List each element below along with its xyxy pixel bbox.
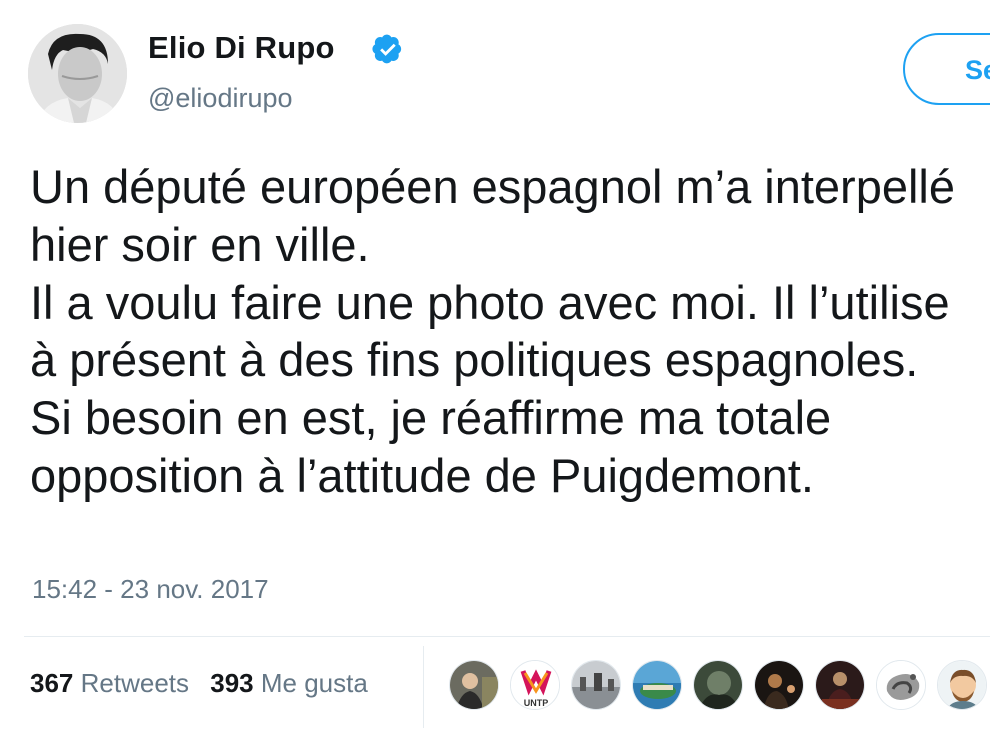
follow-button[interactable]: Se <box>903 33 990 105</box>
author-name[interactable]: Elio Di Rupo <box>148 30 335 66</box>
tweet-timestamp[interactable]: 15:42 - 23 nov. 2017 <box>32 574 269 605</box>
liker-logo-text: UNTP <box>524 698 549 708</box>
retweets-stat[interactable]: 367 Retweets <box>30 668 189 698</box>
tweet-text-line: à présent à des fins politiques espagnol… <box>30 333 919 387</box>
liker-avatar-8[interactable] <box>876 660 926 710</box>
liker-avatar-5[interactable] <box>693 660 743 710</box>
likes-count: 393 <box>210 668 254 698</box>
tweet-text-line: hier soir en ville. <box>30 217 370 271</box>
liker-avatar-2[interactable]: UNTP <box>510 660 560 710</box>
tweet-card: Elio Di Rupo @eliodirupo Se Un député eu… <box>0 0 990 742</box>
retweets-label: Retweets <box>80 668 190 698</box>
retweets-count: 367 <box>30 668 74 698</box>
liker-avatar-3[interactable] <box>571 660 621 710</box>
author-avatar[interactable] <box>28 24 127 123</box>
likes-stat[interactable]: 393 Me gusta <box>210 668 368 698</box>
tweet-text-line: Il a voulu faire une photo avec moi. Il … <box>30 275 950 329</box>
liker-avatar-9[interactable] <box>937 660 987 710</box>
tweet-stats: 367 Retweets 393 Me gusta <box>30 668 382 699</box>
author-handle[interactable]: @eliodirupo <box>148 83 293 114</box>
tweet-text-line: Un député européen espagnol m’a interpel… <box>30 160 955 213</box>
divider <box>24 636 990 637</box>
tweet-text-line: Si besoin en est, je réaffirme ma totale <box>30 391 832 445</box>
stats-divider <box>423 646 424 728</box>
liker-avatar-1[interactable] <box>449 660 499 710</box>
liker-avatar-7[interactable] <box>815 660 865 710</box>
liker-avatar-6[interactable] <box>754 660 804 710</box>
likes-label: Me gusta <box>260 668 368 698</box>
verified-badge-icon <box>372 34 402 64</box>
tweet-text-line: opposition à l’attitude de Puigdemont. <box>30 448 814 502</box>
liker-avatar-4[interactable] <box>632 660 682 710</box>
tweet-text: Un député européen espagnol m’a interpel… <box>30 158 990 505</box>
author-avatar-image <box>28 24 127 123</box>
